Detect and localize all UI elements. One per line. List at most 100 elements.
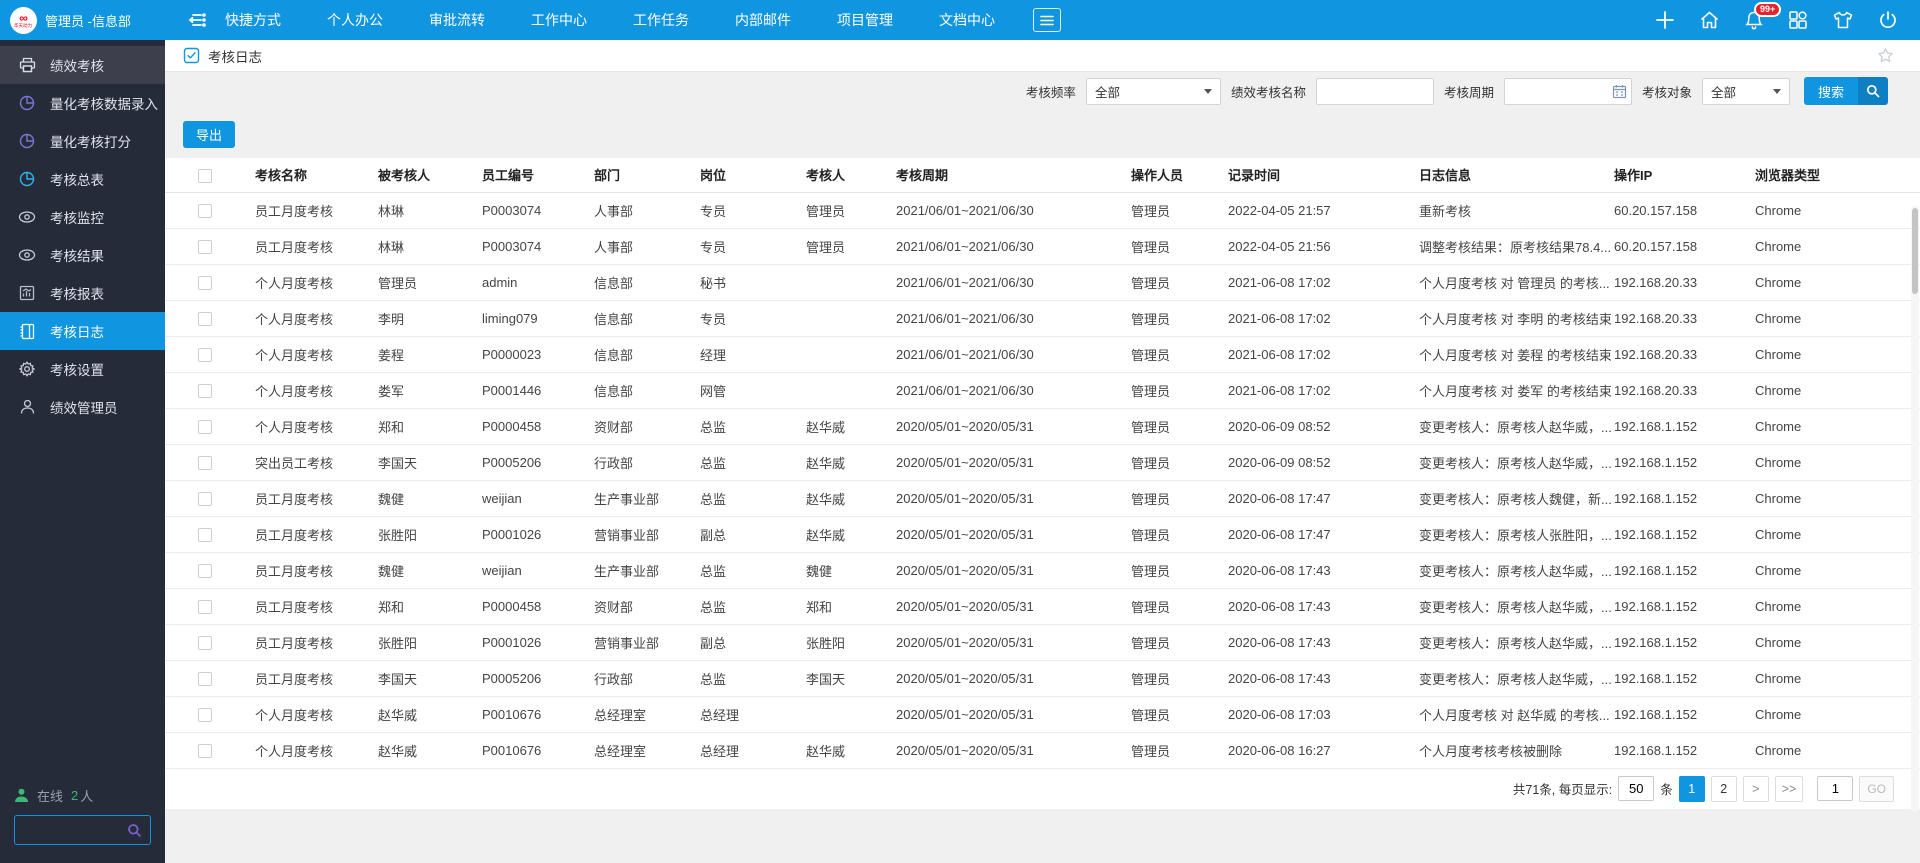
cell-assessee: 李国天 [378,660,482,696]
cell-department: 信息部 [594,372,700,408]
cell-assessee: 魏健 [378,480,482,516]
cell-department: 行政部 [594,660,700,696]
sidebar-item-assessment-results[interactable]: 考核结果 [0,236,165,274]
page-button-1[interactable]: 1 [1679,776,1705,802]
cell-record-time: 2020-06-08 17:43 [1228,624,1419,660]
sidebar-search-input[interactable] [23,823,127,837]
row-checkbox[interactable] [198,492,212,506]
cell-employee-id: P0001026 [482,516,594,552]
calendar-icon[interactable] [1612,84,1627,99]
sidebar-item-assessment-summary[interactable]: 考核总表 [0,160,165,198]
sidebar-item-assessment-log[interactable]: 考核日志 [0,312,165,350]
company-logo-icon[interactable]: ∞ 华天动力 [10,7,37,34]
sidebar-item-label: 考核监控 [50,207,104,227]
sidebar-item-label: 量化考核数据录入 [50,93,158,113]
cell-record-time: 2020-06-09 08:52 [1228,444,1419,480]
pagination-summary: 共71条, 每页显示: [1513,779,1612,798]
nav-item-workcenter[interactable]: 工作中心 [531,10,587,30]
logo-text: 华天动力 [14,24,32,29]
cell-assessment-name: 个人月度考核 [255,300,378,336]
row-checkbox[interactable] [198,384,212,398]
user-title: 管理员 -信息部 [45,11,131,30]
sidebar-item-assessment-reports[interactable]: 考核报表 [0,274,165,312]
col-period: 考核周期 [896,158,1131,192]
sidebar-item-assessment-monitor[interactable]: 考核监控 [0,198,165,236]
sidebar-item-performance-assessment[interactable]: 绩效考核 [0,46,165,84]
last-page-button[interactable]: >> [1775,776,1804,802]
scrollbar-thumb[interactable] [1912,208,1918,294]
cell-operator: 管理员 [1131,192,1228,228]
search-button[interactable]: 搜索 [1804,77,1888,105]
freq-filter-select[interactable]: 全部 [1086,78,1221,105]
printer-icon [18,56,36,74]
more-menu-button[interactable] [1033,8,1061,32]
cell-position: 专员 [700,192,806,228]
cell-browser-type: Chrome [1755,732,1920,768]
cell-browser-type: Chrome [1755,228,1920,264]
export-button[interactable]: 导出 [183,121,235,148]
nav-item-tasks[interactable]: 工作任务 [633,10,689,30]
sidebar-item-assessment-settings[interactable]: 考核设置 [0,350,165,388]
freq-filter-value: 全部 [1095,82,1120,101]
cell-department: 营销事业部 [594,516,700,552]
notifications-bell-icon[interactable]: 99+ [1744,10,1764,31]
page-size-input[interactable] [1618,776,1654,801]
select-all-checkbox[interactable] [198,169,212,183]
row-checkbox[interactable] [198,312,212,326]
row-checkbox[interactable] [198,420,212,434]
col-record-time: 记录时间 [1228,158,1419,192]
row-checkbox[interactable] [198,708,212,722]
sidebar-item-quant-scoring[interactable]: 量化考核打分 [0,122,165,160]
cell-position: 总监 [700,408,806,444]
row-checkbox[interactable] [198,240,212,254]
row-checkbox[interactable] [198,636,212,650]
row-checkbox[interactable] [198,528,212,542]
page-button-2[interactable]: 2 [1711,776,1737,802]
row-checkbox[interactable] [198,744,212,758]
cell-operator: 管理员 [1131,696,1228,732]
cell-operator: 管理员 [1131,732,1228,768]
nav-item-projects[interactable]: 项目管理 [837,10,893,30]
apps-grid-icon[interactable] [1788,10,1808,30]
period-filter-label: 考核周期 [1444,82,1494,101]
nav-item-documents[interactable]: 文档中心 [939,10,995,30]
cell-browser-type: Chrome [1755,336,1920,372]
row-checkbox[interactable] [198,204,212,218]
cell-log-info: 个人月度考核 对 赵华威 的考核... [1419,696,1614,732]
cell-record-time: 2020-06-08 16:27 [1228,732,1419,768]
goto-page-input[interactable] [1817,776,1853,801]
row-checkbox[interactable] [198,564,212,578]
favorite-star-icon[interactable] [1877,47,1894,64]
next-page-button[interactable]: > [1743,776,1769,802]
sidebar-item-quant-data-entry[interactable]: 量化考核数据录入 [0,84,165,122]
add-icon[interactable] [1655,10,1675,30]
logout-power-icon[interactable] [1878,10,1898,30]
sidebar-item-label: 绩效管理员 [50,397,118,417]
table-row: 个人月度考核 赵华威 P0010676 总经理室 总经理 2020/05/01~… [165,696,1920,732]
row-checkbox[interactable] [198,276,212,290]
row-checkbox[interactable] [198,456,212,470]
cell-assessor: 赵华威 [806,408,896,444]
cell-browser-type: Chrome [1755,192,1920,228]
theme-shirt-icon[interactable] [1832,10,1854,30]
nav-item-mail[interactable]: 内部邮件 [735,10,791,30]
nav-item-shortcuts[interactable]: 快捷方式 [225,10,281,30]
home-icon[interactable] [1699,10,1720,30]
row-checkbox[interactable] [198,672,212,686]
row-checkbox[interactable] [198,600,212,614]
brand: ∞ 华天动力 管理员 -信息部 [0,7,165,34]
nav-item-approval[interactable]: 审批流转 [429,10,485,30]
cell-assessor: 张胜阳 [806,624,896,660]
go-button[interactable]: GO [1859,776,1894,802]
target-filter-select[interactable]: 全部 [1702,78,1790,105]
cell-assessor [806,264,896,300]
person-icon [18,398,36,416]
search-icon[interactable] [127,823,142,838]
name-filter-input[interactable] [1316,78,1434,105]
row-checkbox[interactable] [198,348,212,362]
cell-record-time: 2021-06-08 17:02 [1228,264,1419,300]
cell-employee-id: P0010676 [482,696,594,732]
nav-item-personal[interactable]: 个人办公 [327,10,383,30]
collapse-menu-icon[interactable] [187,12,207,28]
sidebar-item-performance-admin[interactable]: 绩效管理员 [0,388,165,426]
